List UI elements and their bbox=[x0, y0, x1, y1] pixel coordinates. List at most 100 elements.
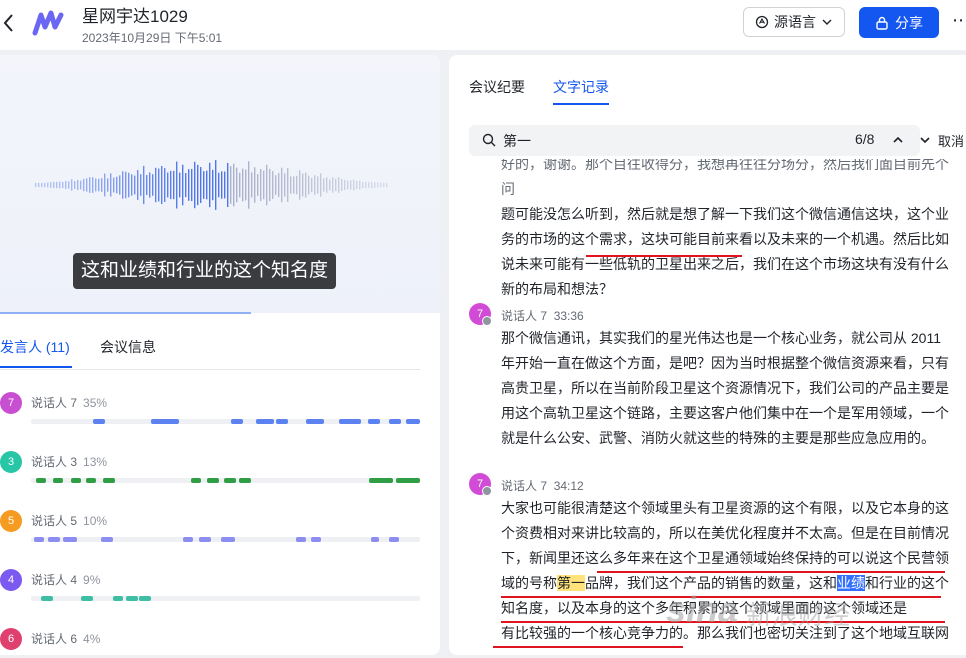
share-button[interactable]: 分享 bbox=[859, 7, 939, 38]
speech-segment[interactable] bbox=[311, 537, 321, 542]
speech-segment[interactable] bbox=[34, 537, 44, 542]
speech-segment[interactable] bbox=[81, 596, 93, 601]
active-tab-underline bbox=[0, 366, 72, 368]
speaker-row[interactable]: 5 说话人 5 10% bbox=[0, 510, 420, 558]
waveform-bar bbox=[203, 171, 205, 199]
speech-segment[interactable] bbox=[151, 419, 179, 424]
speech-segment[interactable] bbox=[183, 537, 193, 542]
transcript-line: 好的，谢谢。那个目往收得分，我想再往往分场分，然后我们面目前先个问 bbox=[501, 159, 949, 197]
speech-segment[interactable] bbox=[371, 537, 379, 542]
speech-segment[interactable] bbox=[48, 537, 60, 542]
speaker-row[interactable]: 3 说话人 3 13% bbox=[0, 451, 420, 499]
waveform-bar bbox=[317, 176, 319, 194]
source-language-button[interactable]: 源语言 bbox=[743, 7, 845, 37]
speaker-row[interactable]: 6 说话人 6 4% bbox=[0, 628, 420, 655]
live-caption: 这和业绩和行业的这个知名度 bbox=[73, 253, 337, 289]
speech-segment[interactable] bbox=[41, 596, 53, 601]
speaker-row[interactable]: 4 说话人 4 9% bbox=[0, 569, 420, 617]
next-match-icon[interactable] bbox=[919, 134, 931, 146]
tab-meeting-info[interactable]: 会议信息 bbox=[100, 337, 156, 357]
transcript-paragraph: 那个微信通讯，其实我们的星光伟达也是一个核心业务，就公司从 2011 年开始一直… bbox=[501, 326, 949, 451]
timestamp[interactable]: 34:12 bbox=[554, 479, 584, 493]
speech-segment[interactable] bbox=[36, 478, 46, 483]
speech-segment[interactable] bbox=[53, 478, 63, 483]
waveform-bar bbox=[116, 176, 118, 194]
speaker-timeline[interactable] bbox=[31, 596, 420, 601]
speech-segment[interactable] bbox=[207, 478, 219, 483]
audio-waveform[interactable] bbox=[34, 153, 389, 217]
speech-segment[interactable] bbox=[389, 537, 399, 542]
search-match-highlight[interactable]: 第一 bbox=[557, 575, 585, 591]
speech-segment[interactable] bbox=[396, 478, 420, 483]
tab-speakers[interactable]: 发言人 (11) bbox=[0, 337, 70, 357]
tab-meeting-minutes[interactable]: 会议纪要 bbox=[469, 77, 525, 97]
speech-segment[interactable] bbox=[101, 537, 113, 542]
search-input[interactable]: 第一 bbox=[503, 131, 531, 151]
speech-segment[interactable] bbox=[224, 478, 236, 483]
meeting-title: 星网宇达1029 bbox=[82, 7, 188, 26]
speech-segment[interactable] bbox=[256, 419, 274, 424]
previous-match-icon[interactable] bbox=[892, 134, 904, 146]
waveform-bar bbox=[194, 161, 196, 209]
utterance-meta: 说话人 7 33:36 bbox=[501, 307, 584, 324]
speech-segment[interactable] bbox=[126, 596, 138, 601]
speaker-avatar: 6 bbox=[0, 628, 22, 650]
left-panel: 这和业绩和行业的这个知名度 发言人 (11) 会议信息 7 说话人 7 35% 3 说话… bbox=[0, 55, 440, 655]
speech-segment[interactable] bbox=[191, 478, 201, 483]
speech-segment[interactable] bbox=[199, 537, 211, 542]
speaker-name[interactable]: 说话人 7 bbox=[501, 479, 547, 493]
speech-segment[interactable] bbox=[63, 537, 77, 542]
cancel-search-button[interactable]: 取消 bbox=[938, 131, 964, 150]
speech-segment[interactable] bbox=[71, 478, 81, 483]
speaker-row[interactable]: 7 说话人 7 35% bbox=[0, 392, 420, 440]
waveform-bar bbox=[338, 177, 340, 193]
waveform-bar bbox=[341, 179, 343, 191]
speaker-avatar: 4 bbox=[0, 569, 22, 591]
waveform-bar bbox=[251, 172, 253, 198]
speech-segment[interactable] bbox=[369, 478, 393, 483]
speaker-name: 说话人 4 9% bbox=[31, 573, 101, 587]
speech-segment[interactable] bbox=[339, 419, 361, 424]
speech-segment[interactable] bbox=[93, 419, 105, 424]
speech-segment[interactable] bbox=[406, 419, 420, 424]
waveform-bar bbox=[113, 177, 115, 193]
speaker-timeline[interactable] bbox=[31, 478, 420, 483]
speech-segment[interactable] bbox=[221, 537, 235, 542]
speech-segment[interactable] bbox=[103, 478, 115, 483]
waveform-bar bbox=[41, 182, 43, 188]
speaker-name: 说话人 6 4% bbox=[31, 632, 101, 646]
waveform-bar bbox=[200, 167, 202, 203]
speech-segment[interactable] bbox=[86, 478, 96, 483]
waveform-bar bbox=[257, 174, 259, 196]
timestamp[interactable]: 33:36 bbox=[554, 309, 584, 323]
speech-segment[interactable] bbox=[368, 419, 380, 424]
waveform-bar bbox=[59, 181, 61, 189]
more-options-icon[interactable]: ⋯ bbox=[952, 10, 966, 31]
playback-progress-bar[interactable] bbox=[0, 312, 251, 314]
audio-player[interactable]: 这和业绩和行业的这个知名度 bbox=[0, 55, 440, 313]
speech-segment[interactable] bbox=[239, 478, 251, 483]
top-bar: 星网宇达1029 2023年10月29日 下午5:01 源语言 分享 ⋯ bbox=[0, 0, 966, 50]
speaker-name: 说话人 3 13% bbox=[31, 455, 108, 469]
tab-transcript[interactable]: 文字记录 bbox=[553, 77, 609, 97]
speaker-name: 说话人 7 35% bbox=[31, 396, 108, 410]
waveform-bar bbox=[77, 179, 79, 191]
speaker-name[interactable]: 说话人 7 bbox=[501, 309, 547, 323]
speech-segment[interactable] bbox=[296, 537, 306, 542]
speech-segment[interactable] bbox=[231, 419, 243, 424]
speech-segment[interactable] bbox=[276, 419, 288, 424]
waveform-bar bbox=[359, 180, 361, 190]
speech-segment[interactable] bbox=[139, 596, 151, 601]
speech-segment[interactable] bbox=[306, 419, 324, 424]
transcript-search-bar[interactable]: 第一 6/8 bbox=[469, 125, 930, 156]
transcript-list: 好的，谢谢。那个目往收得分，我想再往往分场分，然后我们面目前先个问 题可能没怎么… bbox=[449, 159, 966, 655]
waveform-bar bbox=[182, 164, 184, 206]
back-arrow-icon[interactable] bbox=[2, 12, 16, 34]
speech-segment[interactable] bbox=[113, 596, 123, 601]
transcript-line: 大家也可能很清楚这个领域里头有卫星资源的这个有限，以及它本身的这 bbox=[501, 500, 949, 516]
speech-segment[interactable] bbox=[389, 419, 401, 424]
speaker-timeline[interactable] bbox=[31, 537, 420, 542]
speaker-timeline[interactable] bbox=[31, 419, 420, 424]
waveform-bar bbox=[107, 178, 109, 192]
waveform-bar bbox=[380, 182, 382, 188]
